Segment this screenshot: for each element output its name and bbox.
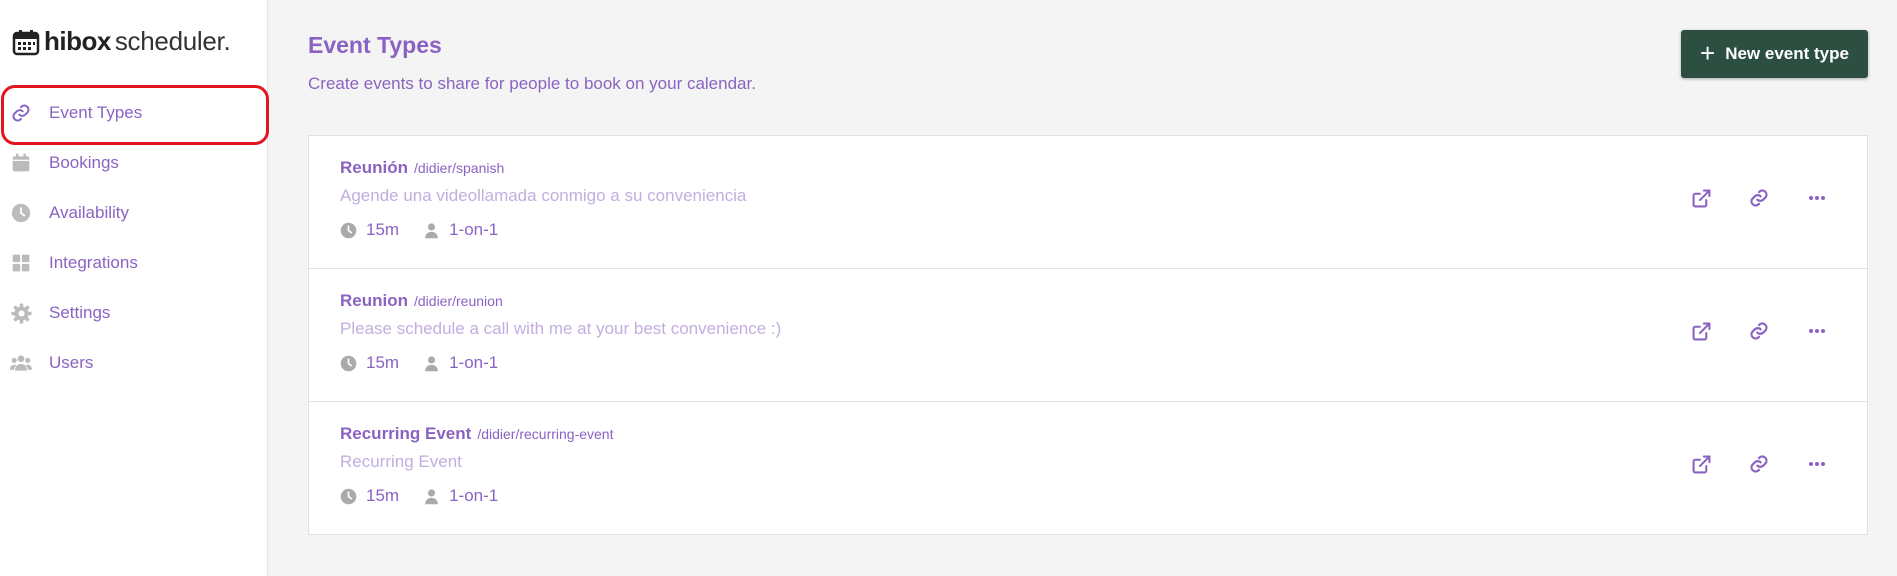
link-icon (10, 102, 32, 124)
event-meta: 15m 1-on-1 (340, 353, 522, 373)
sidebar-item-label: Integrations (49, 253, 138, 272)
sidebar-item-event-types[interactable]: Event Types (0, 85, 269, 145)
sidebar-item-label: Settings (49, 303, 111, 322)
new-event-type-label: New event type (1725, 44, 1849, 63)
event-head: Reunión /didier/spanish (340, 158, 504, 178)
logo-text-bold: hibox (44, 26, 111, 56)
sidebar-item-label: Users (49, 353, 94, 372)
event-duration: 15m (340, 353, 399, 373)
page-title: Event Types (308, 32, 442, 58)
more-options-icon[interactable] (1807, 454, 1827, 474)
logo-text-light: scheduler. (114, 26, 231, 56)
page-subtitle: Create events to share for people to boo… (308, 74, 756, 93)
event-kind: 1-on-1 (423, 353, 498, 373)
sidebar: hibox scheduler. Event Types Bookings Av… (0, 0, 269, 576)
app-logo[interactable]: hibox scheduler. (12, 26, 231, 57)
event-head: Recurring Event /didier/recurring-event (340, 424, 613, 444)
event-kind: 1-on-1 (423, 220, 498, 240)
user-icon (425, 222, 438, 238)
event-duration: 15m (340, 486, 399, 506)
event-duration-value: 15m (366, 486, 400, 505)
event-meta: 15m 1-on-1 (340, 220, 522, 240)
calendar-icon (10, 152, 32, 174)
sidebar-item-integrations[interactable]: Integrations (0, 238, 268, 288)
users-icon (10, 352, 32, 374)
event-title: Reunion (340, 291, 408, 310)
copy-link-icon[interactable] (1749, 454, 1769, 474)
sidebar-item-settings[interactable]: Settings (0, 288, 268, 338)
more-options-icon[interactable] (1807, 188, 1827, 208)
event-title: Recurring Event (340, 424, 472, 443)
clock-icon (10, 202, 32, 224)
event-description: Agende una videollamada conmigo a su con… (340, 186, 747, 205)
event-duration: 15m (340, 220, 399, 240)
sidebar-item-label: Bookings (49, 153, 119, 172)
event-description: Recurring Event (340, 452, 462, 471)
event-title: Reunión (340, 158, 408, 177)
event-kind-value: 1-on-1 (449, 353, 499, 372)
copy-link-icon[interactable] (1749, 321, 1769, 341)
sidebar-item-label: Event Types (49, 103, 143, 122)
external-link-icon[interactable] (1691, 188, 1711, 208)
sidebar-item-availability[interactable]: Availability (0, 188, 268, 238)
event-duration-value: 15m (366, 353, 400, 372)
user-icon (425, 488, 438, 504)
sidebar-item-label: Availability (49, 203, 130, 222)
event-description: Please schedule a call with me at your b… (340, 319, 782, 338)
event-head: Reunion /didier/reunion (340, 291, 503, 311)
main-content: Event Types Create events to share for p… (308, 0, 1897, 576)
clock-icon (340, 355, 357, 371)
calendar-logo-icon (12, 29, 40, 55)
event-meta: 15m 1-on-1 (340, 486, 522, 506)
event-actions (1691, 321, 1827, 341)
gear-icon (10, 302, 32, 324)
plus-icon: + (1700, 38, 1716, 68)
clock-icon (340, 222, 357, 238)
grid-icon (10, 252, 32, 274)
sidebar-item-bookings[interactable]: Bookings (0, 138, 268, 188)
event-kind: 1-on-1 (423, 486, 498, 506)
more-options-icon[interactable] (1807, 321, 1827, 341)
event-types-list: Reunión /didier/spanish Agende una video… (308, 135, 1868, 535)
event-actions (1691, 454, 1827, 474)
event-duration-value: 15m (366, 220, 400, 239)
external-link-icon[interactable] (1691, 454, 1711, 474)
event-kind-value: 1-on-1 (449, 220, 499, 239)
event-type-row[interactable]: Reunión /didier/spanish Agende una video… (309, 136, 1867, 269)
new-event-type-button[interactable]: + New event type (1681, 30, 1868, 78)
event-slug: /didier/spanish (414, 160, 505, 176)
sidebar-item-users[interactable]: Users (0, 338, 268, 388)
event-slug: /didier/reunion (414, 293, 503, 309)
event-kind-value: 1-on-1 (449, 486, 499, 505)
copy-link-icon[interactable] (1749, 188, 1769, 208)
event-slug: /didier/recurring-event (477, 426, 614, 442)
sidebar-nav: Event Types Bookings Availability Integr… (0, 85, 269, 388)
event-type-row[interactable]: Recurring Event /didier/recurring-event … (309, 402, 1867, 534)
event-type-row[interactable]: Reunion /didier/reunion Please schedule … (309, 269, 1867, 402)
event-actions (1691, 188, 1827, 208)
clock-icon (340, 488, 357, 504)
external-link-icon[interactable] (1691, 321, 1711, 341)
user-icon (425, 355, 438, 371)
